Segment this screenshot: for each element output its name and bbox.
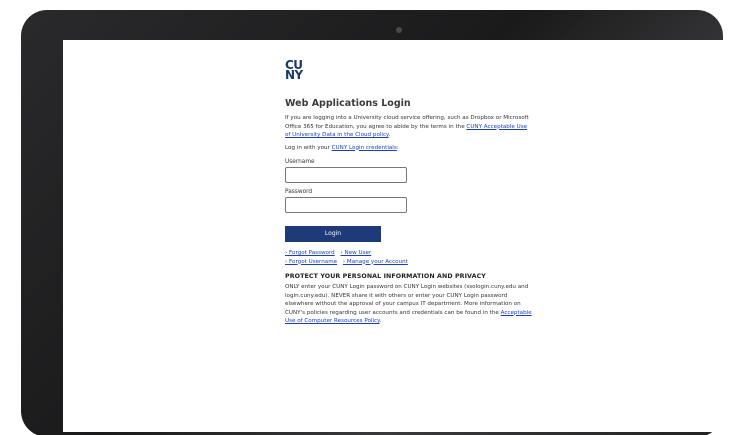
camera-icon	[396, 27, 402, 33]
login-with-suffix: :	[396, 144, 399, 151]
forgot-password-link[interactable]: › Forgot Password	[285, 250, 335, 256]
privacy-suffix: .	[379, 318, 382, 324]
username-input[interactable]	[285, 167, 407, 183]
privacy-heading: PROTECT YOUR PERSONAL INFORMATION AND PR…	[285, 273, 486, 280]
login-with-text: Log in with your CUNY Login credentials:	[285, 144, 533, 153]
intro-text: If you are logging into a University clo…	[285, 114, 533, 140]
username-label: Username	[285, 159, 315, 165]
page-title: Web Applications Login	[285, 98, 411, 109]
privacy-text: ONLY enter your CUNY Login password on C…	[285, 283, 533, 326]
login-panel: CU NY Web Applications Login If you are …	[285, 59, 533, 326]
links-row-2: › Forgot Username › Manage your Account	[285, 258, 533, 267]
login-with-prefix: Log in with your	[285, 144, 332, 151]
new-user-link[interactable]: › New User	[341, 250, 372, 256]
screen: CU NY Web Applications Login If you are …	[63, 40, 730, 432]
logo-line-2: NY	[285, 68, 303, 82]
login-button[interactable]: Login	[285, 226, 381, 242]
links-row-1: › Forgot Password › New User	[285, 249, 533, 258]
password-input[interactable]	[285, 197, 407, 213]
password-label: Password	[285, 189, 313, 195]
account-links: › Forgot Password › New User › Forgot Us…	[285, 249, 533, 266]
cuny-logo: CU NY	[285, 59, 315, 82]
credentials-link[interactable]: CUNY Login credentials	[332, 145, 397, 151]
forgot-username-link[interactable]: › Forgot Username	[285, 259, 337, 265]
intro-suffix: .	[388, 132, 391, 138]
laptop-frame: CU NY Web Applications Login If you are …	[21, 10, 730, 435]
manage-account-link[interactable]: › Manage your Account	[343, 259, 408, 265]
privacy-body: ONLY enter your CUNY Login password on C…	[285, 284, 529, 316]
